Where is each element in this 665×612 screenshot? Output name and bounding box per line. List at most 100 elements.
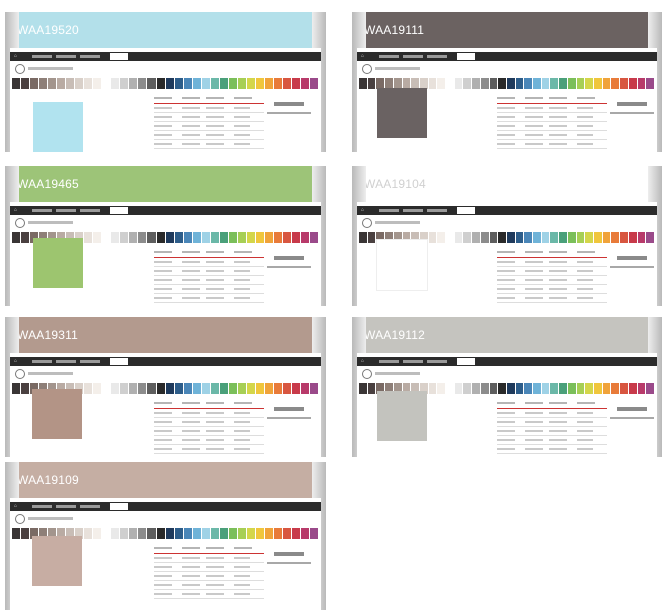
palette-swatch[interactable] <box>567 78 577 89</box>
home-icon[interactable]: ⌂ <box>14 53 17 59</box>
back-arrow-icon[interactable] <box>362 218 372 228</box>
palette-swatch[interactable] <box>472 78 481 89</box>
palette-swatch[interactable] <box>210 78 220 89</box>
palette-swatch[interactable] <box>437 78 447 89</box>
breadcrumb-item[interactable] <box>403 360 423 363</box>
palette-swatch[interactable] <box>359 383 368 394</box>
palette-swatch[interactable] <box>255 232 265 243</box>
palette-swatch[interactable] <box>301 528 311 539</box>
palette-swatch[interactable] <box>646 78 655 89</box>
breadcrumb-item[interactable] <box>80 55 100 58</box>
palette-swatch[interactable] <box>219 528 229 539</box>
palette-swatch[interactable] <box>255 528 265 539</box>
palette-swatch[interactable] <box>602 232 612 243</box>
palette-swatch[interactable] <box>359 78 368 89</box>
palette-swatch[interactable] <box>21 383 31 394</box>
breadcrumb-item[interactable] <box>32 209 52 212</box>
palette-swatch[interactable] <box>138 232 148 243</box>
palette-swatch[interactable] <box>210 232 220 243</box>
palette-swatch[interactable] <box>165 232 175 243</box>
palette-swatch[interactable] <box>138 78 148 89</box>
palette-swatch[interactable] <box>273 528 283 539</box>
palette-swatch[interactable] <box>489 78 499 89</box>
palette-swatch[interactable] <box>246 383 256 394</box>
palette-swatch[interactable] <box>210 383 220 394</box>
palette-swatch[interactable] <box>129 383 139 394</box>
palette-swatch[interactable] <box>192 383 202 394</box>
home-icon[interactable]: ⌂ <box>14 358 17 364</box>
back-link-label[interactable] <box>375 67 420 70</box>
palette-swatch[interactable] <box>291 78 301 89</box>
palette-swatch[interactable] <box>506 232 516 243</box>
palette-swatch[interactable] <box>57 78 67 89</box>
back-arrow-icon[interactable] <box>15 64 25 74</box>
palette-swatch[interactable] <box>21 78 31 89</box>
palette-swatch[interactable] <box>156 78 166 89</box>
palette-swatch[interactable] <box>120 383 130 394</box>
palette-swatch[interactable] <box>593 383 603 394</box>
palette-swatch[interactable] <box>120 528 130 539</box>
section-link[interactable] <box>267 417 311 419</box>
palette-swatch[interactable] <box>585 78 594 89</box>
palette-swatch[interactable] <box>147 383 157 394</box>
palette-swatch[interactable] <box>454 78 464 89</box>
palette-swatch[interactable] <box>567 232 577 243</box>
palette-swatch[interactable] <box>620 232 629 243</box>
palette-swatch[interactable] <box>646 383 655 394</box>
palette-swatch[interactable] <box>628 232 638 243</box>
palette-swatch[interactable] <box>367 78 377 89</box>
palette-swatch[interactable] <box>489 232 499 243</box>
palette-swatch[interactable] <box>120 78 130 89</box>
breadcrumb-item[interactable] <box>457 53 475 60</box>
palette-swatch[interactable] <box>156 232 166 243</box>
breadcrumb-item[interactable] <box>403 209 423 212</box>
palette-swatch[interactable] <box>111 383 121 394</box>
back-link-label[interactable] <box>375 372 420 375</box>
palette-swatch[interactable] <box>219 383 229 394</box>
palette-swatch[interactable] <box>506 78 516 89</box>
palette-swatch[interactable] <box>147 528 157 539</box>
palette-swatch[interactable] <box>310 383 320 394</box>
palette-swatch[interactable] <box>533 232 542 243</box>
palette-swatch[interactable] <box>463 78 473 89</box>
palette-swatch[interactable] <box>183 78 193 89</box>
palette-swatch[interactable] <box>602 383 612 394</box>
breadcrumb-item[interactable] <box>56 505 76 508</box>
palette-swatch[interactable] <box>480 78 490 89</box>
palette-swatch[interactable] <box>219 78 229 89</box>
palette-swatch[interactable] <box>454 232 464 243</box>
palette-swatch[interactable] <box>138 383 148 394</box>
palette-swatch[interactable] <box>559 78 568 89</box>
palette-swatch[interactable] <box>359 232 368 243</box>
palette-swatch[interactable] <box>637 232 647 243</box>
home-icon[interactable]: ⌂ <box>361 358 364 364</box>
breadcrumb-item[interactable] <box>457 207 475 214</box>
section-link[interactable] <box>267 112 311 114</box>
back-arrow-icon[interactable] <box>362 64 372 74</box>
palette-swatch[interactable] <box>102 232 112 243</box>
home-icon[interactable]: ⌂ <box>14 207 17 213</box>
palette-swatch[interactable] <box>48 78 58 89</box>
palette-swatch[interactable] <box>129 78 139 89</box>
palette-swatch[interactable] <box>463 232 473 243</box>
palette-swatch[interactable] <box>174 232 184 243</box>
palette-swatch[interactable] <box>201 232 211 243</box>
palette-swatch[interactable] <box>498 232 507 243</box>
section-link[interactable] <box>610 112 654 114</box>
breadcrumb-item[interactable] <box>427 55 447 58</box>
back-link-label[interactable] <box>28 517 73 520</box>
palette-swatch[interactable] <box>550 78 560 89</box>
palette-swatch[interactable] <box>611 232 621 243</box>
palette-swatch[interactable] <box>84 383 94 394</box>
palette-swatch[interactable] <box>192 528 202 539</box>
palette-swatch[interactable] <box>620 78 629 89</box>
palette-swatch[interactable] <box>12 78 22 89</box>
palette-swatch[interactable] <box>628 78 638 89</box>
section-link[interactable] <box>267 266 311 268</box>
palette-swatch[interactable] <box>255 383 265 394</box>
palette-swatch[interactable] <box>165 78 175 89</box>
palette-swatch[interactable] <box>428 383 438 394</box>
palette-swatch[interactable] <box>585 232 594 243</box>
palette-swatch[interactable] <box>12 383 22 394</box>
palette-swatch[interactable] <box>550 383 560 394</box>
